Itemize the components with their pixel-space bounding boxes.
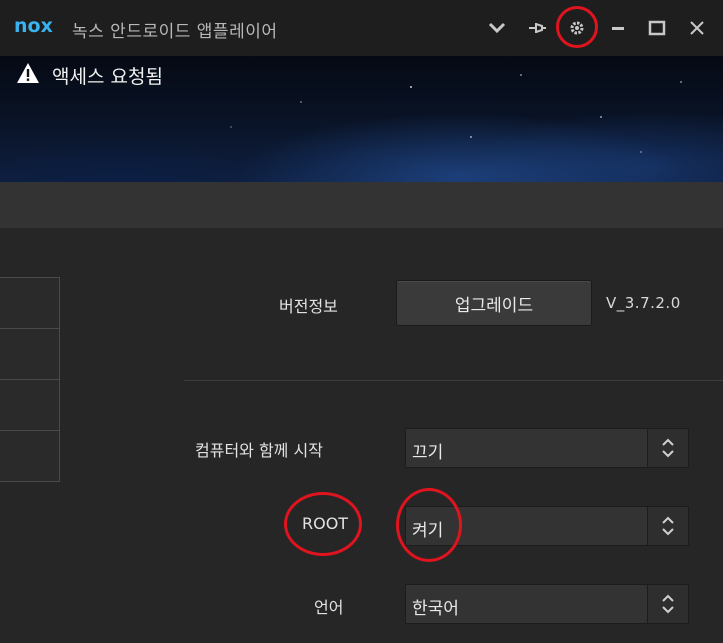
maximize-icon[interactable]: [645, 16, 669, 40]
up-down-arrows-icon[interactable]: [647, 429, 688, 467]
version-info-label: 버전정보: [279, 297, 338, 316]
gear-highlight-ring: [556, 6, 598, 48]
access-requested-notice: 액세스 요청됨: [52, 66, 163, 88]
up-down-arrows-icon[interactable]: [647, 585, 688, 623]
pin-icon[interactable]: [525, 16, 549, 40]
root-label-highlight-ring: [284, 492, 362, 556]
startup-select[interactable]: 끄기: [405, 428, 689, 468]
language-select-value: 한국어: [412, 599, 459, 619]
startup-label: 컴퓨터와 함께 시작: [195, 441, 323, 460]
settings-sidebar: [0, 277, 61, 482]
minimize-icon[interactable]: [606, 16, 630, 40]
svg-text:nox: nox: [14, 15, 53, 37]
close-icon[interactable]: [685, 16, 709, 40]
sidebar-item[interactable]: [0, 430, 60, 482]
sidebar-item[interactable]: [0, 277, 60, 329]
chevron-down-icon[interactable]: [485, 16, 509, 40]
sidebar-item[interactable]: [0, 328, 60, 380]
sidebar-item[interactable]: [0, 379, 60, 431]
language-select[interactable]: 한국어: [405, 584, 689, 624]
root-value-highlight-ring: [396, 488, 462, 562]
nox-logo: nox: [14, 15, 64, 41]
version-number: V_3.7.2.0: [606, 294, 681, 312]
up-down-arrows-icon[interactable]: [647, 507, 688, 545]
divider: [184, 380, 723, 381]
startup-select-value: 끄기: [412, 443, 444, 463]
upgrade-button[interactable]: 업그레이드: [396, 280, 592, 326]
warning-icon: [16, 62, 40, 88]
settings-header-bar: [0, 182, 723, 228]
title-bar: nox 녹스 안드로이드 앱플레이어: [0, 0, 723, 56]
window-title: 녹스 안드로이드 앱플레이어: [72, 22, 278, 42]
language-label: 언어: [314, 598, 344, 617]
